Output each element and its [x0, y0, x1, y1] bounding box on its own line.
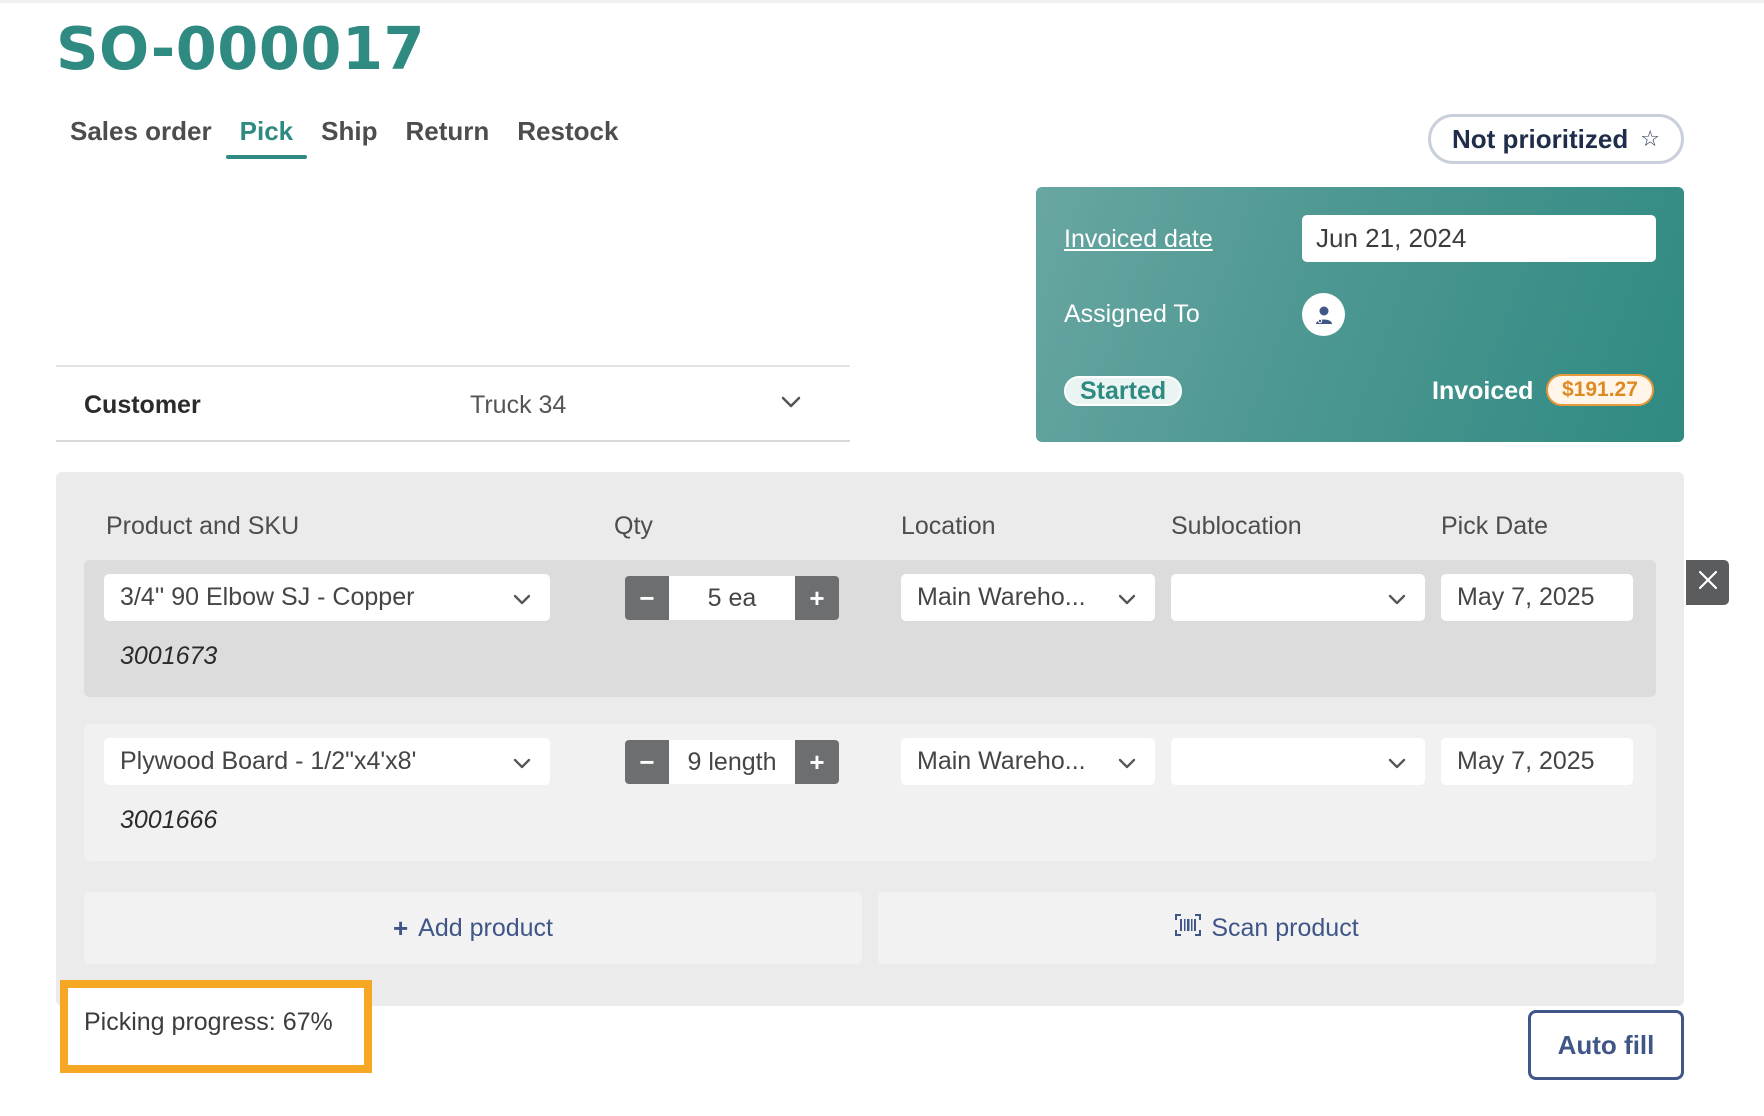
- scan-product-label: Scan product: [1211, 913, 1359, 942]
- invoiced-label: Invoiced: [1432, 377, 1534, 405]
- quantity-stepper: − 9 length +: [625, 740, 839, 784]
- sublocation-select[interactable]: [1171, 738, 1425, 785]
- chevron-down-icon[interactable]: [780, 391, 802, 418]
- user-avatar-icon[interactable]: [1302, 293, 1345, 336]
- pick-lines-panel: Product and SKU Qty Location Sublocation…: [56, 472, 1684, 1006]
- tab-ship[interactable]: Ship: [307, 108, 391, 159]
- priority-button[interactable]: Not prioritized ☆: [1428, 114, 1684, 164]
- decrement-button[interactable]: −: [625, 740, 669, 784]
- scan-product-button[interactable]: Scan product: [878, 892, 1656, 964]
- tab-restock[interactable]: Restock: [503, 108, 632, 159]
- product-select-value: Plywood Board - 1/2"x4'x8': [120, 747, 417, 775]
- pick-line-row[interactable]: Plywood Board - 1/2"x4'x8' 3001666 − 9 l…: [84, 724, 1656, 861]
- product-sku: 3001673: [120, 642, 218, 670]
- decrement-button[interactable]: −: [625, 576, 669, 620]
- page-title: SO-000017: [56, 14, 426, 83]
- column-header-location: Location: [901, 512, 996, 540]
- order-tabs: Sales order Pick Ship Return Restock: [56, 108, 632, 159]
- customer-label: Customer: [84, 391, 201, 419]
- location-select-value: Main Wareho...: [917, 583, 1086, 611]
- customer-value: Truck 34: [470, 391, 567, 419]
- order-summary-card: Invoiced date Jun 21, 2024 Assigned To S…: [1036, 187, 1684, 442]
- quantity-field[interactable]: 5 ea: [669, 576, 795, 620]
- increment-button[interactable]: +: [795, 740, 839, 784]
- location-select[interactable]: Main Wareho...: [901, 738, 1155, 785]
- priority-label: Not prioritized: [1452, 123, 1629, 154]
- column-header-product: Product and SKU: [106, 512, 300, 540]
- add-product-button[interactable]: + Add product: [84, 892, 862, 964]
- product-select[interactable]: 3/4'' 90 Elbow SJ - Copper: [104, 574, 550, 621]
- customer-select[interactable]: Customer Truck 34: [56, 365, 850, 442]
- tab-pick[interactable]: Pick: [225, 108, 308, 159]
- add-product-label: Add product: [418, 913, 553, 942]
- barcode-scan-icon: [1175, 913, 1202, 943]
- invoiced-date-field[interactable]: Jun 21, 2024: [1302, 215, 1656, 262]
- location-select[interactable]: Main Wareho...: [901, 574, 1155, 621]
- pick-line-row[interactable]: 3/4'' 90 Elbow SJ - Copper 3001673 − 5 e…: [84, 560, 1656, 697]
- star-outline-icon: ☆: [1640, 126, 1660, 151]
- column-header-sublocation: Sublocation: [1171, 512, 1302, 540]
- chevron-down-icon: [512, 588, 532, 617]
- sublocation-select[interactable]: [1171, 574, 1425, 621]
- tab-sales-order[interactable]: Sales order: [56, 108, 226, 159]
- quantity-stepper: − 5 ea +: [625, 576, 839, 620]
- status-badge: Started: [1064, 376, 1183, 406]
- invoiced-amount-badge: $191.27: [1546, 374, 1654, 406]
- product-select[interactable]: Plywood Board - 1/2"x4'x8': [104, 738, 550, 785]
- plus-icon: +: [392, 912, 409, 943]
- chevron-down-icon: [512, 752, 532, 781]
- top-divider: [0, 0, 1764, 3]
- chevron-down-icon: [1117, 588, 1137, 617]
- remove-line-button[interactable]: [1686, 560, 1729, 605]
- location-select-value: Main Wareho...: [917, 747, 1086, 775]
- pick-date-field[interactable]: May 7, 2025: [1441, 574, 1633, 621]
- tab-return[interactable]: Return: [391, 108, 503, 159]
- product-select-value: 3/4'' 90 Elbow SJ - Copper: [120, 583, 415, 611]
- pick-date-field[interactable]: May 7, 2025: [1441, 738, 1633, 785]
- picking-progress: Picking progress: 67%: [60, 980, 372, 1073]
- quantity-field[interactable]: 9 length: [669, 740, 795, 784]
- chevron-down-icon: [1117, 752, 1137, 781]
- chevron-down-icon: [1387, 588, 1407, 617]
- column-header-qty: Qty: [614, 512, 653, 540]
- increment-button[interactable]: +: [795, 576, 839, 620]
- auto-fill-button[interactable]: Auto fill: [1528, 1010, 1684, 1080]
- invoiced-date-link[interactable]: Invoiced date: [1064, 225, 1213, 254]
- chevron-down-icon: [1387, 752, 1407, 781]
- assigned-to-label: Assigned To: [1064, 300, 1200, 328]
- picking-progress-text: Picking progress: 67%: [84, 1008, 333, 1036]
- close-icon: [1697, 569, 1719, 596]
- product-sku: 3001666: [120, 806, 218, 834]
- column-header-pick-date: Pick Date: [1441, 512, 1548, 540]
